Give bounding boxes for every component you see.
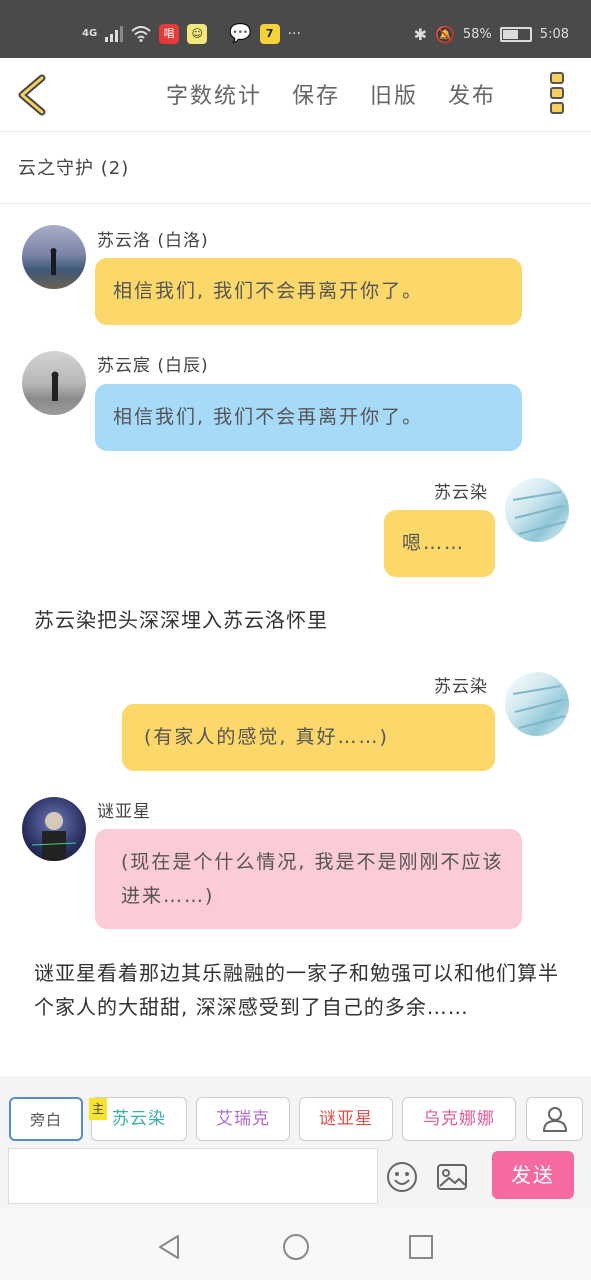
avatar[interactable] (22, 225, 86, 289)
more-vertical-icon[interactable] (550, 72, 566, 118)
more-notifications: ··· (287, 25, 301, 42)
avatar-pattern (512, 685, 566, 729)
status-right: ✱ 🔕 58% 5:08 (414, 25, 569, 44)
avatar-figure (51, 371, 59, 401)
emoji-button[interactable] (386, 1161, 418, 1193)
avatar[interactable] (505, 672, 569, 736)
message-bubble[interactable]: 相信我们, 我们不会再离开你了。 (95, 384, 522, 451)
avatar[interactable] (22, 351, 86, 415)
back-button[interactable] (14, 74, 54, 116)
main-character-tag: 主 (89, 1098, 107, 1120)
save-button[interactable]: 保存 (292, 78, 340, 110)
avatar[interactable] (505, 478, 569, 542)
more-dot (550, 87, 564, 99)
speaker-name: 谜亚星 (97, 802, 151, 822)
narration-text[interactable]: 苏云染把头深深埋入苏云洛怀里 (34, 603, 554, 637)
system-nav-bar (0, 1208, 591, 1280)
more-dot (550, 102, 564, 114)
message-input[interactable] (8, 1148, 378, 1204)
app-badge-face-icon: ☺ (187, 23, 208, 44)
image-button[interactable] (436, 1162, 468, 1192)
status-bar: 4G 唱 ☺ 💬 7 ··· ✱ 🔕 58% 5:08 (0, 0, 591, 58)
notification-badge: 7 (259, 23, 280, 44)
add-character-button[interactable] (526, 1097, 583, 1141)
status-time: 5:08 (539, 27, 569, 42)
signal-icon (105, 25, 124, 42)
emoji-icon (387, 1162, 417, 1192)
avatar-figure (50, 248, 57, 275)
message-bubble[interactable]: 相信我们, 我们不会再离开你了。 (95, 258, 522, 325)
chevron-left-icon (18, 74, 46, 116)
character-tab[interactable]: 谜亚星 (299, 1097, 393, 1141)
character-tab[interactable]: 艾瑞克 (196, 1097, 290, 1141)
character-tab[interactable]: 乌克娜娜 (402, 1097, 516, 1141)
status-left: 4G 唱 ☺ 💬 7 ··· (82, 23, 301, 44)
speaker-name: 苏云染 (434, 483, 488, 503)
old-version-button[interactable]: 旧版 (370, 78, 418, 110)
speaker-name: 苏云洛 (白洛) (97, 231, 209, 251)
nav-home-icon[interactable] (282, 1233, 310, 1261)
message-bubble[interactable]: (现在是个什么情况, 我是不是刚刚不应该进来……) (95, 829, 522, 929)
speaker-name: 苏云宸 (白辰) (97, 356, 209, 376)
bluetooth-icon: ✱ (413, 25, 427, 44)
avatar[interactable] (22, 797, 86, 861)
narration-tab[interactable]: 旁白 (9, 1097, 83, 1141)
message-icon: 💬 (229, 23, 252, 44)
avatar-pattern (512, 491, 566, 535)
person-icon (542, 1107, 567, 1132)
battery-fill (502, 30, 518, 39)
avatar-figure (31, 812, 77, 861)
top-bar: 字数统计 保存 旧版 发布 (0, 58, 591, 132)
narration-text[interactable]: 谜亚星看着那边其乐融融的一家子和勉强可以和他们算半个家人的大甜甜, 深深感受到了… (34, 956, 564, 1024)
signal-label: 4G (82, 28, 98, 39)
battery-percent: 58% (462, 27, 492, 42)
speaker-name: 苏云染 (434, 677, 488, 697)
message-bubble[interactable]: (有家人的感觉, 真好……) (122, 704, 495, 771)
battery-icon (499, 27, 532, 42)
message-bubble[interactable]: 嗯…… (384, 510, 495, 577)
top-actions: 字数统计 保存 旧版 发布 (166, 78, 496, 110)
image-icon (437, 1164, 467, 1190)
word-count-button[interactable]: 字数统计 (166, 78, 262, 110)
send-button[interactable]: 发送 (492, 1151, 574, 1199)
mute-icon: 🔕 (434, 25, 455, 44)
group-title: 云之守护 (2) (0, 132, 591, 204)
nav-recents-icon[interactable] (408, 1234, 434, 1260)
wifi-icon (131, 25, 151, 42)
nav-back-icon[interactable] (156, 1233, 182, 1261)
app-badge-music: 唱 (159, 23, 180, 44)
more-dot (550, 72, 564, 84)
composer-panel: 旁白 苏云染 主 艾瑞克 谜亚星 乌克娜娜 发送 (0, 1076, 591, 1208)
publish-button[interactable]: 发布 (448, 78, 496, 110)
